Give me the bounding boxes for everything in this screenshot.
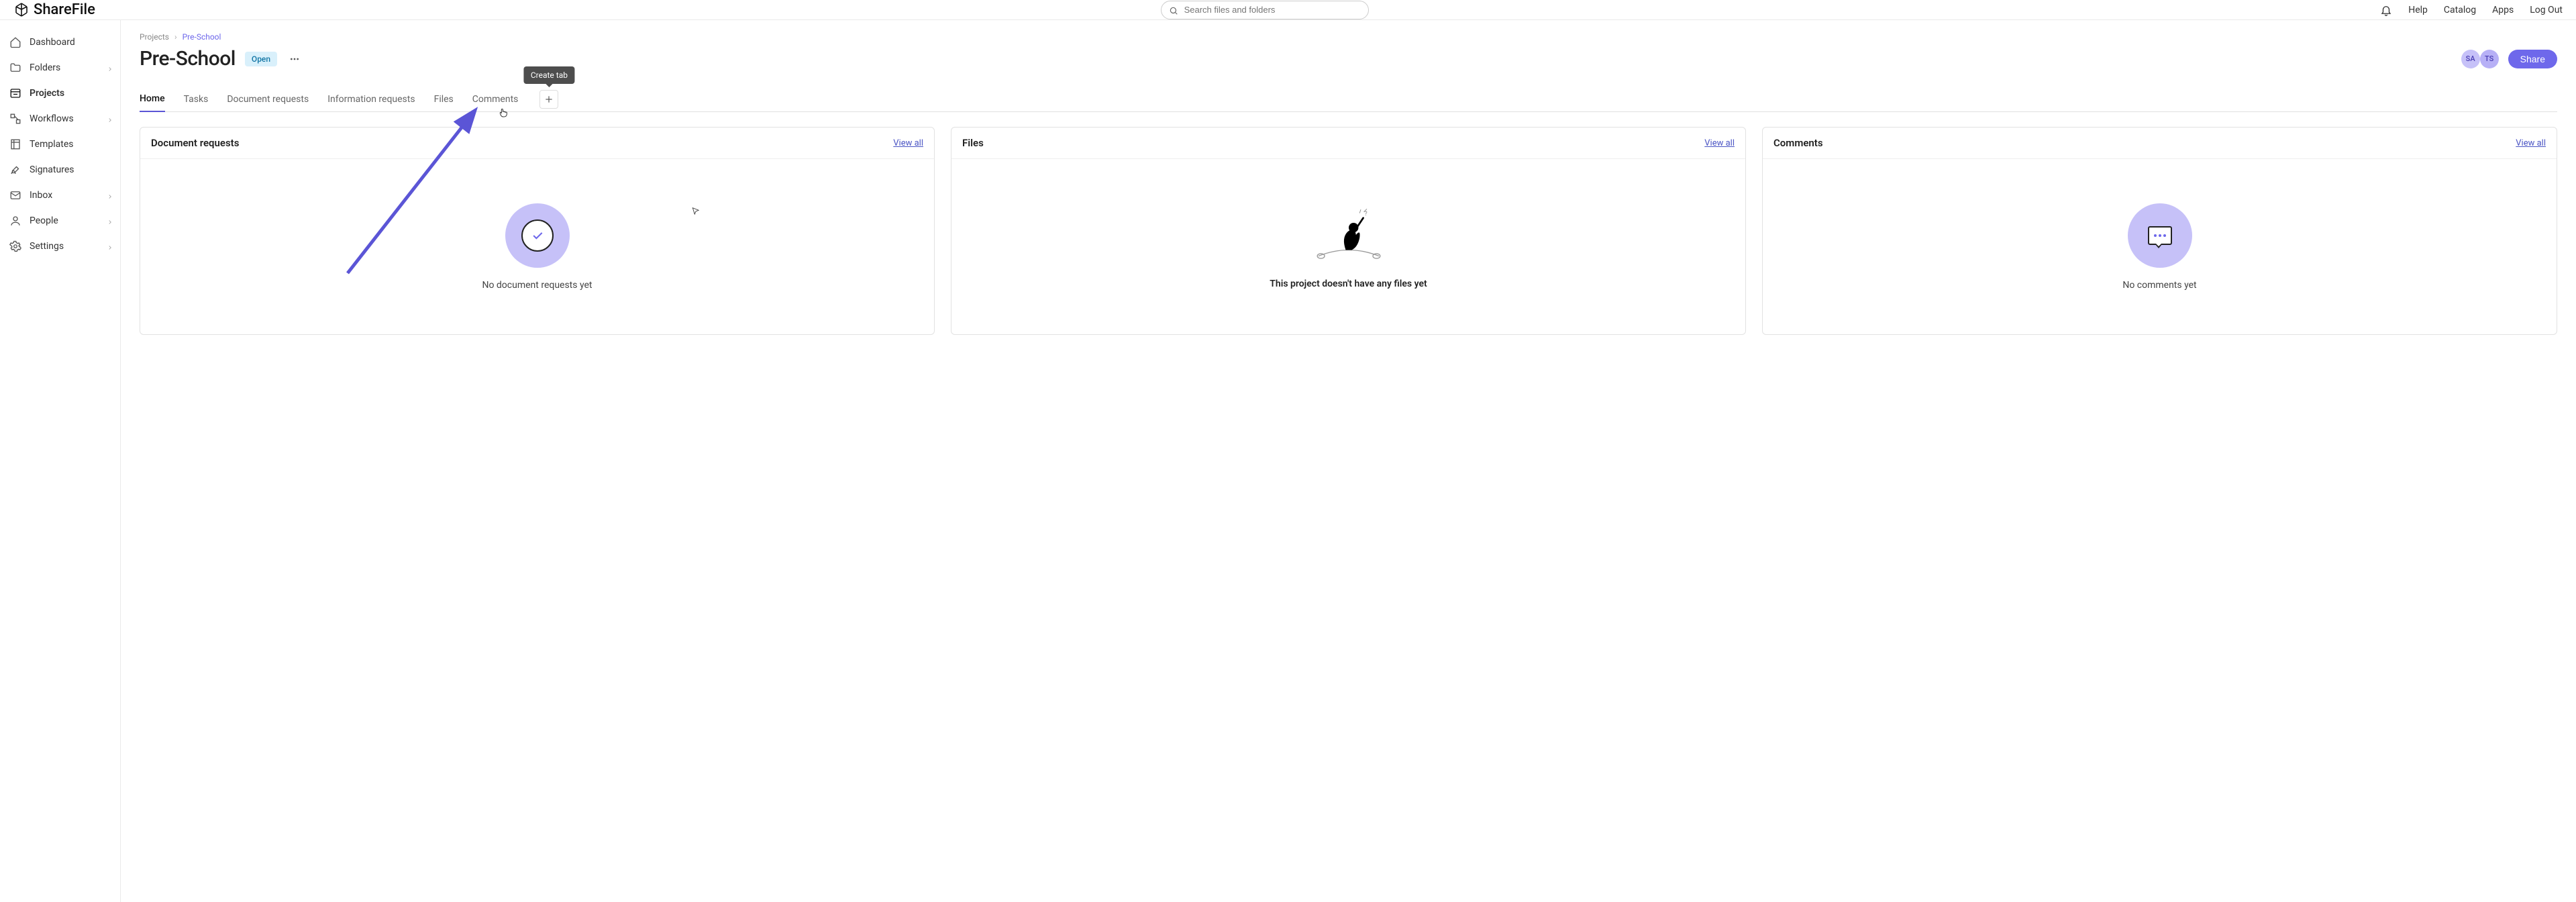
sidebar-label: Workflows	[30, 113, 74, 124]
tab-files[interactable]: Files	[434, 87, 454, 111]
avatar[interactable]: SA	[2461, 50, 2480, 68]
empty-state-text: This project doesn't have any files yet	[1270, 279, 1427, 289]
top-nav: Help Catalog Apps Log Out	[2380, 4, 2563, 16]
cards-row: Document requests View all No document r…	[140, 127, 2557, 335]
breadcrumb-projects[interactable]: Projects	[140, 32, 169, 42]
sidebar-item-projects[interactable]: Projects	[0, 81, 120, 106]
sidebar-item-templates[interactable]: Templates	[0, 132, 120, 157]
card-title: Document requests	[151, 137, 239, 149]
sidebar-label: Templates	[30, 139, 74, 150]
home-icon	[9, 36, 21, 48]
search-icon	[1169, 5, 1178, 15]
create-tab-tooltip: Create tab	[524, 66, 574, 84]
card-title: Comments	[1773, 137, 1823, 149]
sidebar-label: Signatures	[30, 164, 74, 175]
sidebar-label: Folders	[30, 62, 60, 73]
templates-icon	[9, 138, 21, 150]
nav-logout[interactable]: Log Out	[2530, 5, 2563, 15]
empty-state-icon	[505, 203, 570, 268]
tab-tasks[interactable]: Tasks	[184, 87, 209, 111]
project-title: Pre-School	[140, 47, 236, 70]
card-title: Files	[962, 137, 984, 149]
sidebar-item-dashboard[interactable]: Dashboard	[0, 30, 120, 55]
view-all-link[interactable]: View all	[893, 138, 923, 148]
sidebar-item-people[interactable]: People	[0, 208, 120, 234]
empty-state-icon	[2128, 203, 2192, 268]
brand-logo[interactable]: ShareFile	[13, 1, 95, 18]
status-badge: Open	[245, 52, 277, 66]
empty-state-text: No document requests yet	[482, 280, 592, 291]
project-titlebar: Pre-School Open SA TS Share	[140, 47, 2557, 70]
main-content: Projects › Pre-School Pre-School Open SA…	[121, 20, 2576, 902]
chevron-right-icon	[107, 64, 113, 71]
signatures-icon	[9, 164, 21, 176]
chevron-right-icon	[107, 192, 113, 199]
card-files: Files View all ?	[951, 127, 1746, 335]
tab-information-requests[interactable]: Information requests	[327, 87, 415, 111]
projects-icon	[9, 87, 21, 99]
chevron-right-icon	[107, 115, 113, 122]
share-button[interactable]: Share	[2508, 50, 2557, 68]
sidebar-label: Projects	[30, 88, 64, 99]
comment-bubble-icon	[2148, 226, 2172, 245]
gear-icon	[9, 240, 21, 252]
create-tab-button[interactable]: Create tab	[539, 90, 558, 109]
search-input[interactable]	[1161, 1, 1369, 19]
search-wrap	[1161, 1, 1369, 19]
plus-icon	[544, 95, 554, 104]
svg-text:?: ?	[1364, 211, 1367, 217]
breadcrumb-current: Pre-School	[183, 32, 221, 42]
sidebar-label: People	[30, 215, 58, 226]
workflows-icon	[9, 113, 21, 125]
sidebar-item-settings[interactable]: Settings	[0, 234, 120, 259]
nav-help[interactable]: Help	[2408, 5, 2428, 15]
sidebar-label: Dashboard	[30, 37, 75, 48]
sidebar-label: Inbox	[30, 190, 52, 201]
topbar: ShareFile Help Catalog Apps Log Out	[0, 0, 2576, 20]
card-document-requests: Document requests View all No document r…	[140, 127, 935, 335]
nav-apps[interactable]: Apps	[2492, 5, 2514, 15]
tab-document-requests[interactable]: Document requests	[227, 87, 309, 111]
view-all-link[interactable]: View all	[1704, 138, 1735, 148]
nav-catalog[interactable]: Catalog	[2444, 5, 2476, 15]
sidebar-item-signatures[interactable]: Signatures	[0, 157, 120, 183]
sidebar-item-workflows[interactable]: Workflows	[0, 106, 120, 132]
folder-icon	[9, 62, 21, 74]
chevron-right-icon: ›	[174, 32, 177, 42]
sidebar-label: Settings	[30, 241, 64, 252]
empty-state-text: No comments yet	[2122, 280, 2196, 291]
chevron-right-icon	[107, 243, 113, 250]
people-icon	[9, 215, 21, 227]
dots-horizontal-icon	[289, 54, 300, 64]
card-comments: Comments View all No comments yet	[1762, 127, 2557, 335]
inbox-icon	[9, 189, 21, 201]
more-actions-button[interactable]	[287, 51, 303, 67]
avatar[interactable]: TS	[2480, 50, 2499, 68]
tab-home[interactable]: Home	[140, 87, 165, 112]
sidebar-item-folders[interactable]: Folders	[0, 55, 120, 81]
empty-files-illustration: ?	[1312, 205, 1386, 265]
tab-comments[interactable]: Comments	[472, 87, 519, 111]
breadcrumb: Projects › Pre-School	[140, 32, 2557, 42]
chevron-right-icon	[107, 217, 113, 224]
view-all-link[interactable]: View all	[2516, 138, 2546, 148]
check-icon	[531, 229, 544, 242]
bell-icon[interactable]	[2380, 4, 2392, 16]
sidebar: Dashboard Folders Projects Workflows	[0, 20, 121, 902]
brand-name: ShareFile	[34, 1, 95, 18]
tabs: Home Tasks Document requests Information…	[140, 87, 2557, 112]
sharefile-logo-icon	[13, 2, 30, 18]
sidebar-item-inbox[interactable]: Inbox	[0, 183, 120, 208]
